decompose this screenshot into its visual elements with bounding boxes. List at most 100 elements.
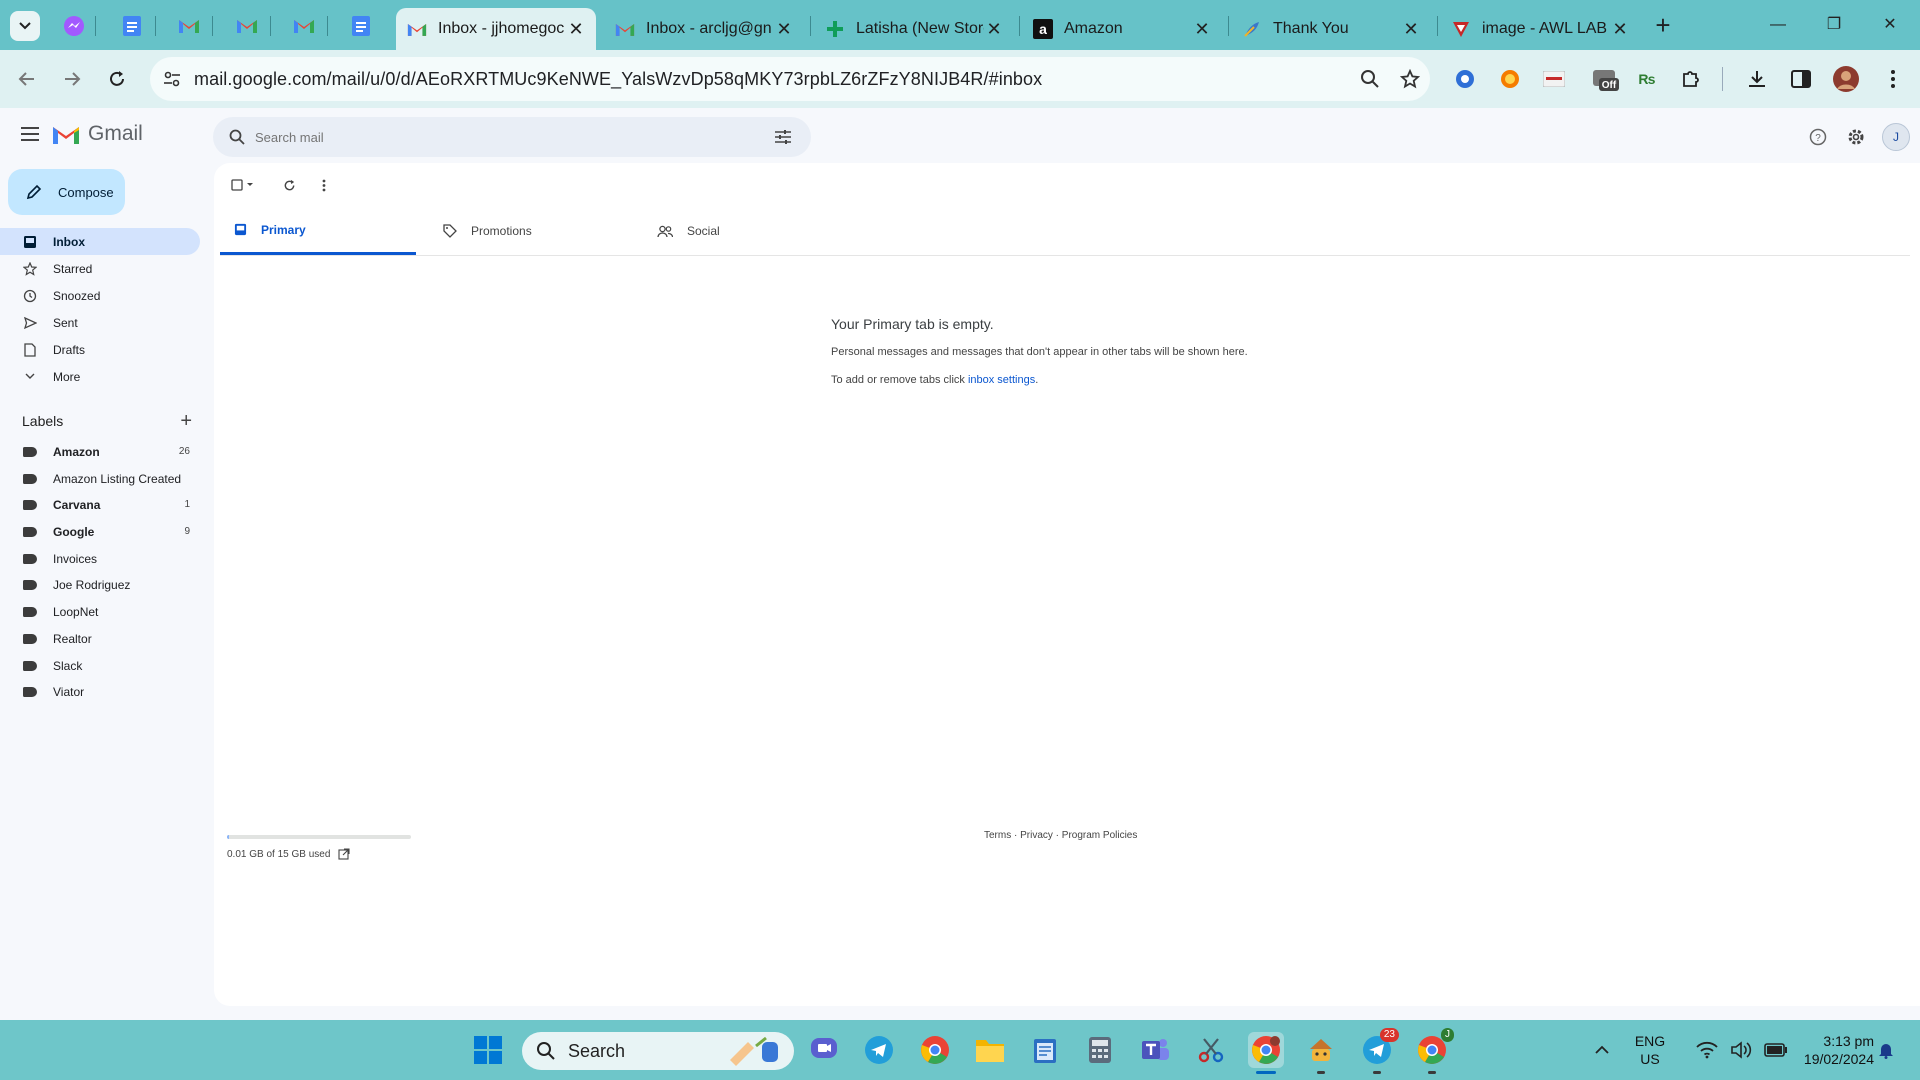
profile-avatar[interactable] [1832,65,1860,93]
sidebar-item-starred[interactable]: Starred [0,255,200,282]
pinned-tab-gmail-1[interactable] [175,12,203,40]
label-item[interactable]: Realtor [0,625,200,652]
address-bar[interactable]: mail.google.com/mail/u/0/d/AEoRXRTMUc9Ke… [150,57,1430,101]
close-tab-icon[interactable]: ✕ [1610,19,1630,40]
minimize-button[interactable]: — [1758,10,1798,40]
clock[interactable]: 3:13 pm 19/02/2024 [1784,1032,1874,1068]
label-item[interactable]: LoopNet [0,598,200,625]
calculator-icon [1089,1037,1111,1063]
side-panel-icon[interactable] [1788,66,1814,92]
taskbar-app-chrome-active[interactable] [1248,1032,1284,1074]
label-item[interactable]: Slack [0,652,200,679]
taskbar-search[interactable]: Search [522,1032,794,1070]
open-in-new-icon[interactable] [338,848,350,860]
extensions-puzzle-icon[interactable] [1678,66,1704,92]
tab-inbox-arcljg[interactable]: Inbox - arcljg@gn ✕ [604,8,804,50]
sidebar-item-more[interactable]: More [0,363,200,390]
gmail-logo[interactable]: Gmail [52,122,143,146]
more-options-button[interactable] [312,173,336,197]
pinned-tab-docs-2[interactable] [347,12,375,40]
taskbar-app-teams[interactable] [1137,1032,1173,1068]
restore-button[interactable]: ❐ [1814,10,1854,40]
taskbar-app-game[interactable] [1303,1032,1339,1074]
bookmark-star-icon[interactable] [1390,57,1430,101]
account-avatar[interactable]: J [1882,123,1910,151]
storage-usage: 0.01 GB of 15 GB used [227,848,350,860]
tab-amazon[interactable]: a Amazon ✕ [1022,8,1222,50]
label-name: Carvana [53,497,101,512]
tab-promotions[interactable]: Promotions [429,207,625,255]
search-input[interactable] [255,129,765,145]
label-item[interactable]: Carvana 1 [0,491,200,518]
taskbar-app-telegram[interactable] [861,1032,897,1068]
pinned-tab-messenger[interactable] [60,12,88,40]
back-button[interactable] [10,62,44,96]
search-icon[interactable] [219,129,255,145]
label-item[interactable]: Joe Rodriguez [0,571,200,598]
zoom-icon[interactable] [1350,57,1390,101]
label-item[interactable]: Viator [0,678,200,705]
settings-gear-icon[interactable] [1844,125,1868,149]
compose-button[interactable]: Compose [8,169,125,215]
taskbar-app-telegram-2[interactable]: 23 [1359,1028,1399,1074]
tab-search-button[interactable] [10,11,40,41]
extension-orange-icon[interactable] [1497,66,1523,92]
add-label-icon[interactable]: + [180,410,192,433]
close-tab-icon[interactable]: ✕ [566,19,586,40]
taskbar-app-file-explorer[interactable] [972,1032,1008,1068]
download-icon[interactable] [1744,66,1770,92]
show-hidden-icons-button[interactable] [1584,1032,1620,1068]
close-tab-icon[interactable]: ✕ [774,19,794,40]
people-icon [657,225,673,238]
tab-title: Inbox - jjhomegoc [438,20,565,37]
taskbar-app-snipping-tool[interactable] [1193,1032,1229,1068]
notifications-button[interactable] [1874,1032,1898,1068]
search-bar[interactable] [213,117,811,157]
label-item[interactable]: Invoices [0,545,200,572]
close-tab-icon[interactable]: ✕ [1401,19,1421,40]
extension-blue-icon[interactable] [1452,66,1478,92]
refresh-button[interactable] [277,173,301,197]
input-language[interactable]: ENG US [1624,1032,1676,1068]
sidebar-item-sent[interactable]: Sent [0,309,200,336]
search-options-icon[interactable] [765,130,801,144]
pinned-tab-gmail-2[interactable] [233,12,261,40]
chrome-menu-icon[interactable] [1880,66,1906,92]
taskbar-app-chrome[interactable] [917,1032,953,1068]
sidebar-item-snoozed[interactable]: Snoozed [0,282,200,309]
inbox-settings-link[interactable]: inbox settings [968,374,1035,386]
tab-social[interactable]: Social [643,207,839,255]
taskbar-app-calculator[interactable] [1082,1032,1118,1068]
help-icon[interactable]: ? [1806,125,1830,149]
extension-rupee-icon[interactable]: ₨ [1634,66,1660,92]
tab-latisha-sheet[interactable]: Latisha (New Store ✕ [814,8,1014,50]
sidebar-item-drafts[interactable]: Drafts [0,336,200,363]
sidebar-item-inbox[interactable]: Inbox [0,228,200,255]
select-all-checkbox[interactable] [228,173,258,197]
tab-primary[interactable]: Primary [220,207,416,255]
extension-redbox-icon[interactable] [1541,66,1567,92]
close-tab-icon[interactable]: ✕ [1192,19,1212,40]
site-info-icon[interactable] [150,57,194,101]
taskbar-app-notepad[interactable] [1027,1032,1063,1068]
tab-image-awl-lab[interactable]: image - AWL LAB ✕ [1440,8,1640,50]
tab-inbox-jjhome[interactable]: Inbox - jjhomegoc ✕ [396,8,596,50]
extension-off-icon[interactable]: Off [1590,66,1620,92]
forward-button[interactable] [55,62,89,96]
pinned-tab-gmail-3[interactable] [290,12,318,40]
footer-links[interactable]: Terms · Privacy · Program Policies [984,830,1137,841]
taskbar-app-chrome-profile[interactable]: J [1414,1028,1454,1074]
hamburger-icon [21,127,39,141]
label-item[interactable]: Amazon 26 [0,438,200,465]
new-tab-button[interactable]: + [1648,12,1678,40]
main-menu-button[interactable] [18,122,42,146]
pinned-tab-docs[interactable] [118,12,146,40]
close-window-button[interactable]: ✕ [1870,10,1910,40]
tab-thank-you[interactable]: Thank You ✕ [1231,8,1431,50]
label-item[interactable]: Google 9 [0,518,200,545]
label-item[interactable]: Amazon Listing Created [0,465,200,492]
close-tab-icon[interactable]: ✕ [984,19,1004,40]
taskbar-app-chat[interactable] [806,1032,842,1068]
reload-button[interactable] [100,62,134,96]
start-button[interactable] [470,1032,506,1068]
